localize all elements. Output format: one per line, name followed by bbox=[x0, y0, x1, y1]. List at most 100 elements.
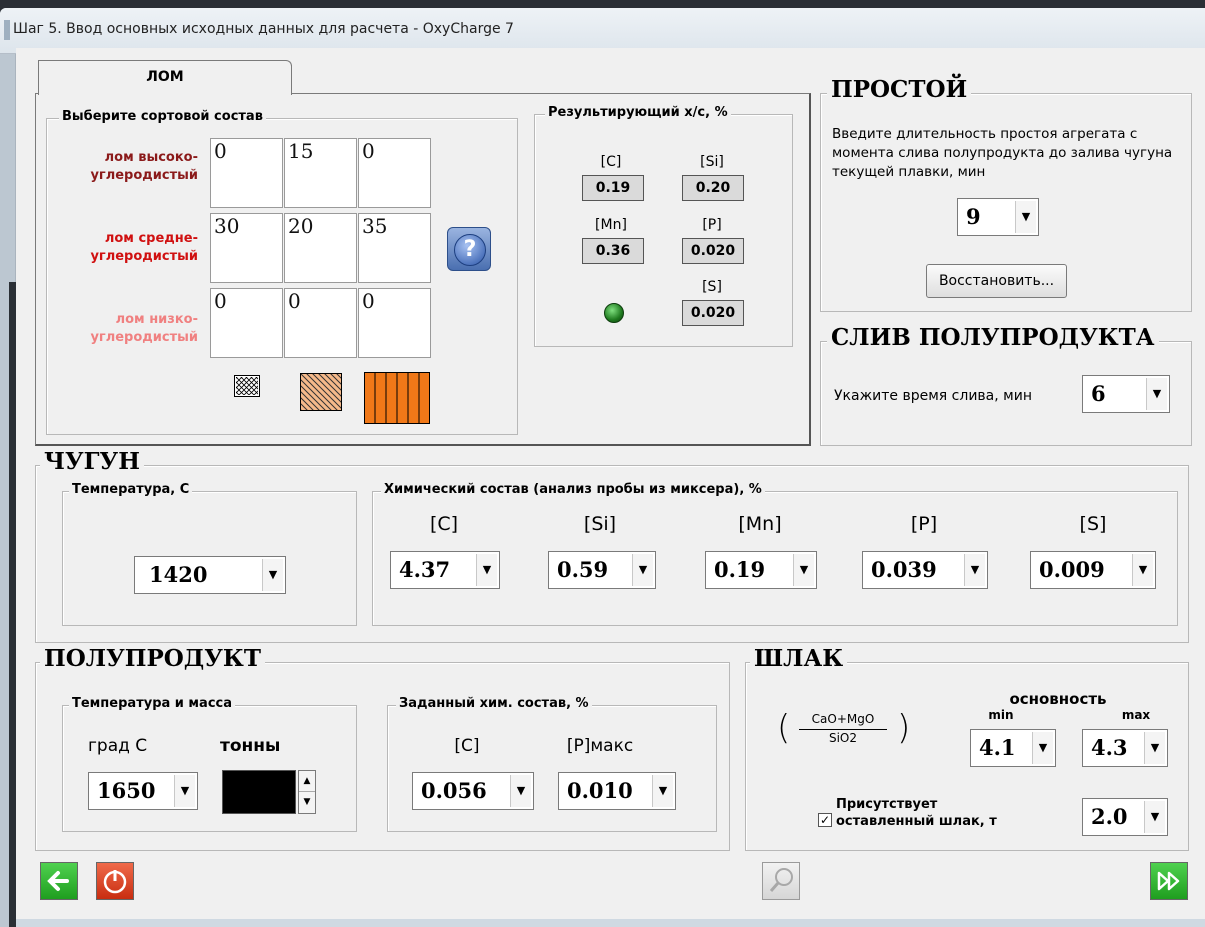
remaining-slag-select[interactable]: 2.0 ▼ bbox=[1082, 798, 1168, 836]
right-paren-icon: ) bbox=[897, 708, 911, 748]
crosshatch-swatch-icon bbox=[234, 375, 260, 397]
basicity-max-label: max bbox=[1121, 708, 1151, 722]
formula-denominator: SiO2 bbox=[828, 731, 858, 745]
chevron-down-icon[interactable]: ▼ bbox=[1146, 378, 1167, 410]
drain-time-value: 6 bbox=[1091, 381, 1106, 406]
result-s-value: 0.020 bbox=[682, 300, 744, 326]
iron-s-header: [S] bbox=[1079, 513, 1107, 535]
row-label-high-carbon: лом высоко-углеродистый bbox=[90, 150, 198, 183]
basicity-formula: ( CaO+MgO SiO2 ) bbox=[777, 706, 911, 754]
drain-time-select[interactable]: 6 ▼ bbox=[1082, 375, 1170, 413]
spin-up-icon[interactable]: ▲ bbox=[299, 771, 315, 792]
row-label-low-carbon: лом низко-углеродистый bbox=[90, 312, 198, 345]
preview-button[interactable] bbox=[762, 862, 800, 900]
iron-mn-value: 0.19 bbox=[714, 557, 766, 582]
semi-c-value: 0.056 bbox=[421, 778, 487, 803]
basicity-min-label: min bbox=[988, 708, 1014, 722]
iron-si-select[interactable]: 0.59 ▼ bbox=[548, 551, 656, 589]
semi-tons-label: тонны bbox=[220, 736, 281, 756]
scrap-cell-low-3[interactable]: 0 bbox=[358, 288, 431, 358]
spin-down-icon[interactable]: ▼ bbox=[299, 792, 315, 813]
formula-numerator: CaO+MgO bbox=[811, 712, 875, 726]
power-icon bbox=[103, 870, 127, 894]
iron-si-header: [Si] bbox=[583, 513, 617, 535]
iron-mn-select[interactable]: 0.19 ▼ bbox=[705, 551, 817, 589]
semi-c-header: [C] bbox=[454, 736, 480, 756]
scrap-cell-high-1[interactable]: 0 bbox=[210, 138, 283, 208]
chevron-down-icon[interactable]: ▼ bbox=[632, 554, 653, 586]
chevron-down-icon[interactable]: ▼ bbox=[262, 559, 283, 591]
scrap-cell-medium-1[interactable]: 30 bbox=[210, 213, 283, 283]
scrap-cell-high-2[interactable]: 15 bbox=[284, 138, 357, 208]
semi-target-group: Заданный хим. состав, % bbox=[387, 695, 717, 832]
iron-temperature-select[interactable]: 1420 ▼ bbox=[134, 556, 286, 594]
semi-mass-spinner[interactable]: ▲ ▼ bbox=[298, 770, 316, 814]
semi-target-title: Заданный хим. состав, % bbox=[396, 695, 592, 713]
slag-title: ШЛАК bbox=[750, 644, 848, 674]
next-button[interactable] bbox=[1150, 862, 1188, 900]
drain-title: СЛИВ ПОЛУПРОДУКТА bbox=[827, 323, 1159, 353]
scrap-cell-low-1[interactable]: 0 bbox=[210, 288, 283, 358]
semi-mass-input[interactable] bbox=[222, 770, 296, 814]
result-p-label: [P] bbox=[702, 217, 722, 233]
formula-divider bbox=[799, 729, 887, 730]
help-button[interactable]: ? bbox=[447, 227, 491, 271]
chevron-down-icon[interactable]: ▼ bbox=[1015, 201, 1036, 233]
idle-duration-value: 9 bbox=[966, 204, 981, 229]
iron-c-header: [C] bbox=[429, 513, 459, 535]
chevron-down-icon[interactable]: ▼ bbox=[964, 554, 985, 586]
basicity-min-value: 4.1 bbox=[979, 735, 1016, 760]
chevron-down-icon[interactable]: ▼ bbox=[1132, 554, 1153, 586]
chevron-down-icon[interactable]: ▼ bbox=[510, 775, 531, 807]
window-frame-left bbox=[0, 54, 16, 927]
semi-p-select[interactable]: 0.010 ▼ bbox=[558, 772, 676, 810]
exit-button[interactable] bbox=[96, 862, 134, 900]
tab-scrap[interactable]: ЛОМ bbox=[38, 60, 292, 95]
window-icon bbox=[4, 20, 10, 40]
chevron-down-icon[interactable]: ▼ bbox=[476, 554, 497, 586]
question-icon: ? bbox=[454, 234, 486, 266]
scrap-cell-medium-2[interactable]: 20 bbox=[284, 213, 357, 283]
basicity-min-select[interactable]: 4.1 ▼ bbox=[970, 729, 1056, 767]
semi-p-header: [P]макс bbox=[566, 736, 634, 756]
chevron-down-icon[interactable]: ▼ bbox=[793, 554, 814, 586]
iron-p-select[interactable]: 0.039 ▼ bbox=[862, 551, 988, 589]
idle-title: ПРОСТОЙ bbox=[827, 75, 972, 105]
semi-degrees-label: град С bbox=[88, 736, 148, 756]
scrap-cell-high-3[interactable]: 0 bbox=[358, 138, 431, 208]
scrap-sort-title: Выберите сортовой состав bbox=[59, 108, 266, 126]
iron-title: ЧУГУН bbox=[40, 447, 144, 477]
scrap-cell-low-2[interactable]: 0 bbox=[284, 288, 357, 358]
semi-product-title: ПОЛУПРОДУКТ bbox=[40, 644, 265, 674]
iron-temperature-title: Температура, С bbox=[69, 481, 193, 499]
restore-button[interactable]: Восстановить... bbox=[926, 264, 1067, 298]
scrap-cell-medium-3[interactable]: 35 bbox=[358, 213, 431, 283]
remaining-slag-label-line1: Присутствует bbox=[836, 797, 938, 812]
chevron-down-icon[interactable]: ▼ bbox=[652, 775, 673, 807]
semi-temperature-select[interactable]: 1650 ▼ bbox=[88, 772, 198, 810]
row-label-medium-carbon: лом средне-углеродистый bbox=[90, 231, 198, 264]
back-button[interactable] bbox=[40, 862, 78, 900]
basicity-max-value: 4.3 bbox=[1091, 735, 1128, 760]
remaining-slag-value: 2.0 bbox=[1091, 804, 1128, 829]
iron-mn-header: [Mn] bbox=[738, 513, 782, 535]
semi-c-select[interactable]: 0.056 ▼ bbox=[412, 772, 534, 810]
semi-p-value: 0.010 bbox=[567, 778, 633, 803]
basicity-max-select[interactable]: 4.3 ▼ bbox=[1082, 729, 1168, 767]
semi-temperature-value: 1650 bbox=[97, 778, 156, 803]
iron-s-value: 0.009 bbox=[1039, 557, 1105, 582]
idle-duration-select[interactable]: 9 ▼ bbox=[957, 198, 1039, 236]
iron-s-select[interactable]: 0.009 ▼ bbox=[1030, 551, 1156, 589]
remaining-slag-label: Присутствует оставленный шлак, т bbox=[836, 796, 997, 830]
iron-c-select[interactable]: 4.37 ▼ bbox=[390, 551, 500, 589]
chevron-down-icon[interactable]: ▼ bbox=[1032, 732, 1053, 764]
remaining-slag-checkbox[interactable]: ✓ bbox=[818, 813, 832, 827]
iron-c-value: 4.37 bbox=[399, 557, 451, 582]
chevron-down-icon[interactable]: ▼ bbox=[1144, 801, 1165, 833]
remaining-slag-label-line2: оставленный шлак, т bbox=[836, 814, 997, 829]
status-led-icon bbox=[604, 303, 624, 323]
result-p-value: 0.020 bbox=[682, 238, 744, 264]
left-paren-icon: ( bbox=[777, 708, 791, 748]
chevron-down-icon[interactable]: ▼ bbox=[1144, 732, 1165, 764]
chevron-down-icon[interactable]: ▼ bbox=[174, 775, 195, 807]
